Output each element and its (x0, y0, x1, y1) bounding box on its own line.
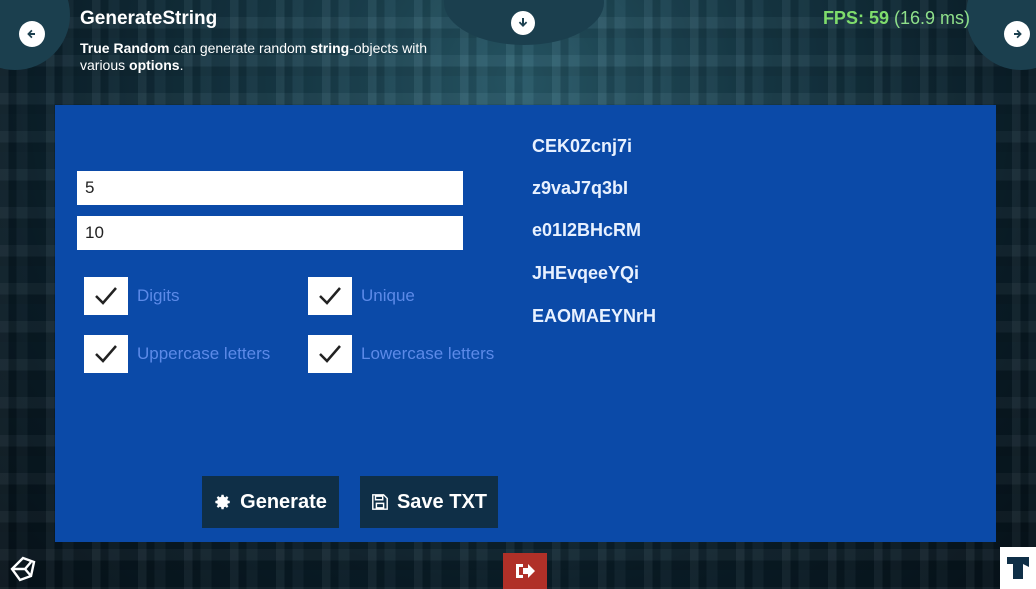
main-panel: Digits Unique Uppercase letters Lowercas… (55, 105, 996, 542)
result-item: e01I2BHcRM (532, 220, 642, 240)
gear-icon (215, 494, 230, 510)
exit-button[interactable] (503, 553, 547, 589)
checkbox-box (84, 277, 128, 315)
unity-logo-icon[interactable] (8, 555, 38, 583)
result-item: z9vaJ7q3bI (532, 178, 629, 198)
floppy-disk-icon (372, 494, 388, 510)
sign-out-icon (516, 564, 535, 578)
page-description: True Random can generate random string-o… (80, 40, 428, 73)
previous-button[interactable] (19, 21, 45, 47)
count-input[interactable] (77, 171, 463, 205)
save-txt-button[interactable]: Save TXT (360, 476, 498, 528)
page-title: GenerateString (80, 8, 218, 29)
checkmark-icon (319, 345, 341, 363)
checkbox-box (84, 335, 128, 373)
generate-button[interactable]: Generate (202, 476, 339, 528)
checkbox-box (308, 277, 352, 315)
brand-logo[interactable] (1000, 547, 1036, 589)
toggle-info-button[interactable] (511, 11, 535, 35)
length-input[interactable] (77, 216, 463, 250)
arrow-right-circle-icon (1014, 29, 1022, 39)
checkbox-label: Digits (137, 286, 180, 305)
uppercase-checkbox[interactable]: Uppercase letters (84, 335, 270, 373)
result-item: CEK0Zcnj7i (532, 136, 633, 156)
fps-counter: FPS: 59 (16.9 ms) (823, 8, 970, 29)
checkbox-label: Unique (361, 286, 415, 305)
unique-checkbox[interactable]: Unique (308, 277, 415, 315)
result-item: EAOMAEYNrH (532, 306, 657, 326)
fps-value: FPS: 59 (822, 8, 889, 28)
brand-logo-icon (1007, 557, 1029, 579)
checkbox-label: Uppercase letters (137, 344, 271, 363)
digits-checkbox[interactable]: Digits (84, 277, 180, 315)
checkbox-box (308, 335, 352, 373)
arrow-left-circle-icon (27, 29, 35, 39)
bottom-bar (0, 543, 1036, 589)
checkmark-icon (319, 287, 341, 305)
fps-ms: (16.9 ms) (888, 8, 970, 28)
save-txt-button-label: Save TXT (396, 490, 488, 513)
arrow-down-circle-icon (518, 18, 528, 27)
generate-button-label: Generate (240, 490, 327, 513)
next-button[interactable] (1004, 21, 1030, 47)
checkbox-label: Lowercase letters (361, 344, 495, 363)
checkmark-icon (95, 287, 117, 305)
lowercase-checkbox[interactable]: Lowercase letters (308, 335, 494, 373)
checkmark-icon (95, 345, 117, 363)
result-item: JHEvqeeYQi (532, 263, 640, 283)
